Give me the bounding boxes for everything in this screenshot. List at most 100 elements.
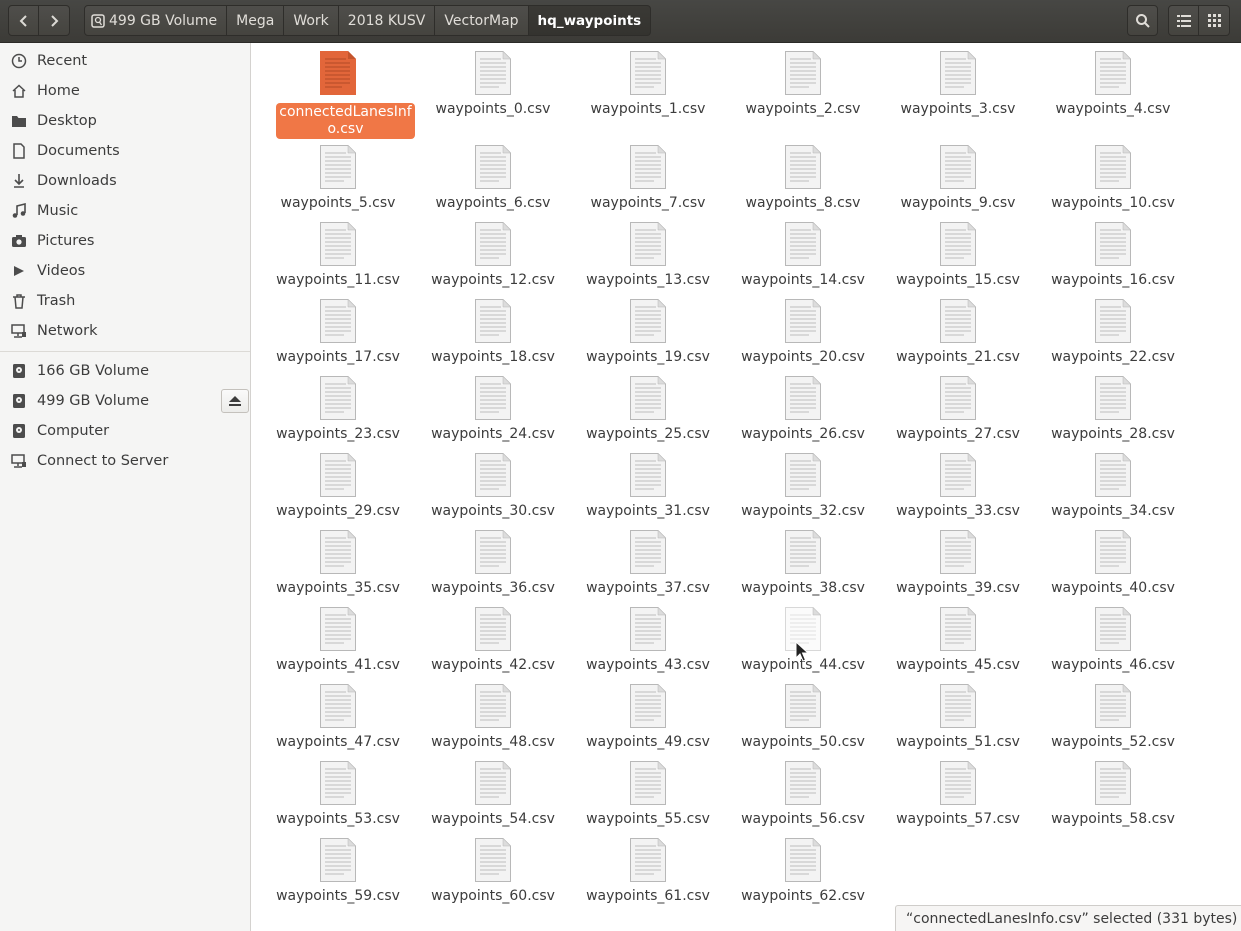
eject-button[interactable] [221, 389, 249, 413]
file-name: waypoints_28.csv [1051, 426, 1175, 442]
breadcrumb-vectormap[interactable]: VectorMap [435, 5, 529, 36]
sidebar-item-499gb-volume[interactable]: 499 GB Volume [0, 386, 250, 416]
search-group [1127, 5, 1158, 36]
text-file-icon [940, 299, 976, 343]
text-file-icon [940, 51, 976, 95]
file-view: connectedLanesInfo.csv waypoints_0.csv wa… [257, 43, 1241, 931]
file-name: waypoints_56.csv [741, 811, 865, 827]
music-icon [11, 203, 27, 219]
text-file-icon [1095, 607, 1131, 651]
breadcrumb-2018-kusv[interactable]: 2018 KUSV [338, 5, 436, 36]
text-file-icon [1095, 376, 1131, 420]
file-name: waypoints_21.csv [896, 349, 1020, 365]
text-file-icon [475, 145, 511, 189]
sidebar-item-network[interactable]: Network [0, 316, 250, 346]
file-name: waypoints_5.csv [280, 195, 396, 211]
text-file-icon [1095, 453, 1131, 497]
sidebar-item-label: Home [37, 83, 80, 99]
sidebar-item-label: Music [37, 203, 79, 219]
file-name: waypoints_25.csv [586, 426, 710, 442]
sidebar-item-166gb-volume[interactable]: 166 GB Volume [0, 356, 250, 386]
file-name: waypoints_53.csv [276, 811, 400, 827]
trash-icon [11, 293, 27, 309]
text-file-icon [630, 376, 666, 420]
breadcrumb-work[interactable]: Work [284, 5, 339, 36]
file-name: waypoints_57.csv [896, 811, 1020, 827]
sidebar-item-trash[interactable]: Trash [0, 286, 250, 316]
text-file-icon [940, 607, 976, 651]
file-name: waypoints_58.csv [1051, 811, 1175, 827]
sidebar-item-desktop[interactable]: Desktop [0, 106, 250, 136]
search-button[interactable] [1127, 5, 1158, 36]
chevron-left-icon [19, 14, 27, 27]
sidebar-item-computer[interactable]: Computer [0, 416, 250, 446]
text-file-icon [475, 376, 511, 420]
sidebar-item-label: Pictures [37, 233, 95, 249]
text-file-icon [320, 761, 356, 805]
text-file-icon [785, 453, 821, 497]
text-file-icon [475, 299, 511, 343]
text-file-icon [940, 145, 976, 189]
breadcrumb: 499 GB Volume Mega Work 2018 KUSV Vector… [84, 5, 652, 36]
status-bar: “connectedLanesInfo.csv” selected (331 b… [895, 905, 1241, 931]
grid-view-button[interactable] [1199, 5, 1230, 36]
text-file-icon [1095, 51, 1131, 95]
mouse-cursor-icon [795, 641, 809, 662]
sidebar-item-label: Connect to Server [37, 453, 169, 469]
nav-buttons [8, 5, 70, 36]
video-icon [11, 263, 27, 279]
file-name: waypoints_54.csv [431, 811, 555, 827]
sidebar-item-connect-to-server[interactable]: Connect to Server [0, 446, 250, 476]
text-file-icon [1095, 299, 1131, 343]
status-text: “connectedLanesInfo.csv” selected (331 b… [906, 910, 1238, 927]
breadcrumb-hq-waypoints[interactable]: hq_waypoints [528, 5, 652, 36]
sidebar-item-music[interactable]: Music [0, 196, 250, 226]
breadcrumb-label: Work [293, 12, 329, 29]
text-file-icon [785, 684, 821, 728]
sidebar-item-pictures[interactable]: Pictures [0, 226, 250, 256]
text-file-icon [320, 838, 356, 882]
sidebar: Recent Home Desktop Documents Downloads … [0, 43, 251, 931]
file-name: waypoints_13.csv [586, 272, 710, 288]
text-file-icon [785, 761, 821, 805]
sidebar-item-videos[interactable]: Videos [0, 256, 250, 286]
sidebar-item-documents[interactable]: Documents [0, 136, 250, 166]
file-name: waypoints_16.csv [1051, 272, 1175, 288]
breadcrumb-mega[interactable]: Mega [227, 5, 285, 36]
file-name: waypoints_8.csv [745, 195, 861, 211]
file-name: waypoints_46.csv [1051, 657, 1175, 673]
text-file-icon [630, 838, 666, 882]
text-file-icon [1095, 145, 1131, 189]
folder-icon [11, 113, 27, 129]
file-name: waypoints_4.csv [1055, 101, 1171, 117]
text-file-icon [320, 607, 356, 651]
file-name: waypoints_61.csv [586, 888, 710, 904]
text-file-icon [940, 530, 976, 574]
file-name: waypoints_27.csv [896, 426, 1020, 442]
file-name: waypoints_50.csv [741, 734, 865, 750]
file-name: connectedLanesInfo.csv [276, 103, 415, 139]
sidebar-item-downloads[interactable]: Downloads [0, 166, 250, 196]
text-file-icon [630, 607, 666, 651]
back-button[interactable] [8, 5, 39, 36]
text-file-icon [475, 838, 511, 882]
file-name: waypoints_10.csv [1051, 195, 1175, 211]
text-file-icon [475, 761, 511, 805]
file-name: waypoints_18.csv [431, 349, 555, 365]
text-file-icon [940, 684, 976, 728]
file-name: waypoints_40.csv [1051, 580, 1175, 596]
drive-icon [91, 13, 105, 28]
forward-button[interactable] [39, 5, 70, 36]
sidebar-item-recent[interactable]: Recent [0, 46, 250, 76]
text-file-icon [630, 145, 666, 189]
file-name: waypoints_43.csv [586, 657, 710, 673]
file-name: waypoints_60.csv [431, 888, 555, 904]
file-name: waypoints_47.csv [276, 734, 400, 750]
search-icon [1135, 13, 1150, 28]
file-name: waypoints_3.csv [900, 101, 1016, 117]
file-name: waypoints_23.csv [276, 426, 400, 442]
list-view-button[interactable] [1168, 5, 1199, 36]
file-name: waypoints_12.csv [431, 272, 555, 288]
breadcrumb-volume[interactable]: 499 GB Volume [84, 5, 228, 36]
sidebar-item-home[interactable]: Home [0, 76, 250, 106]
